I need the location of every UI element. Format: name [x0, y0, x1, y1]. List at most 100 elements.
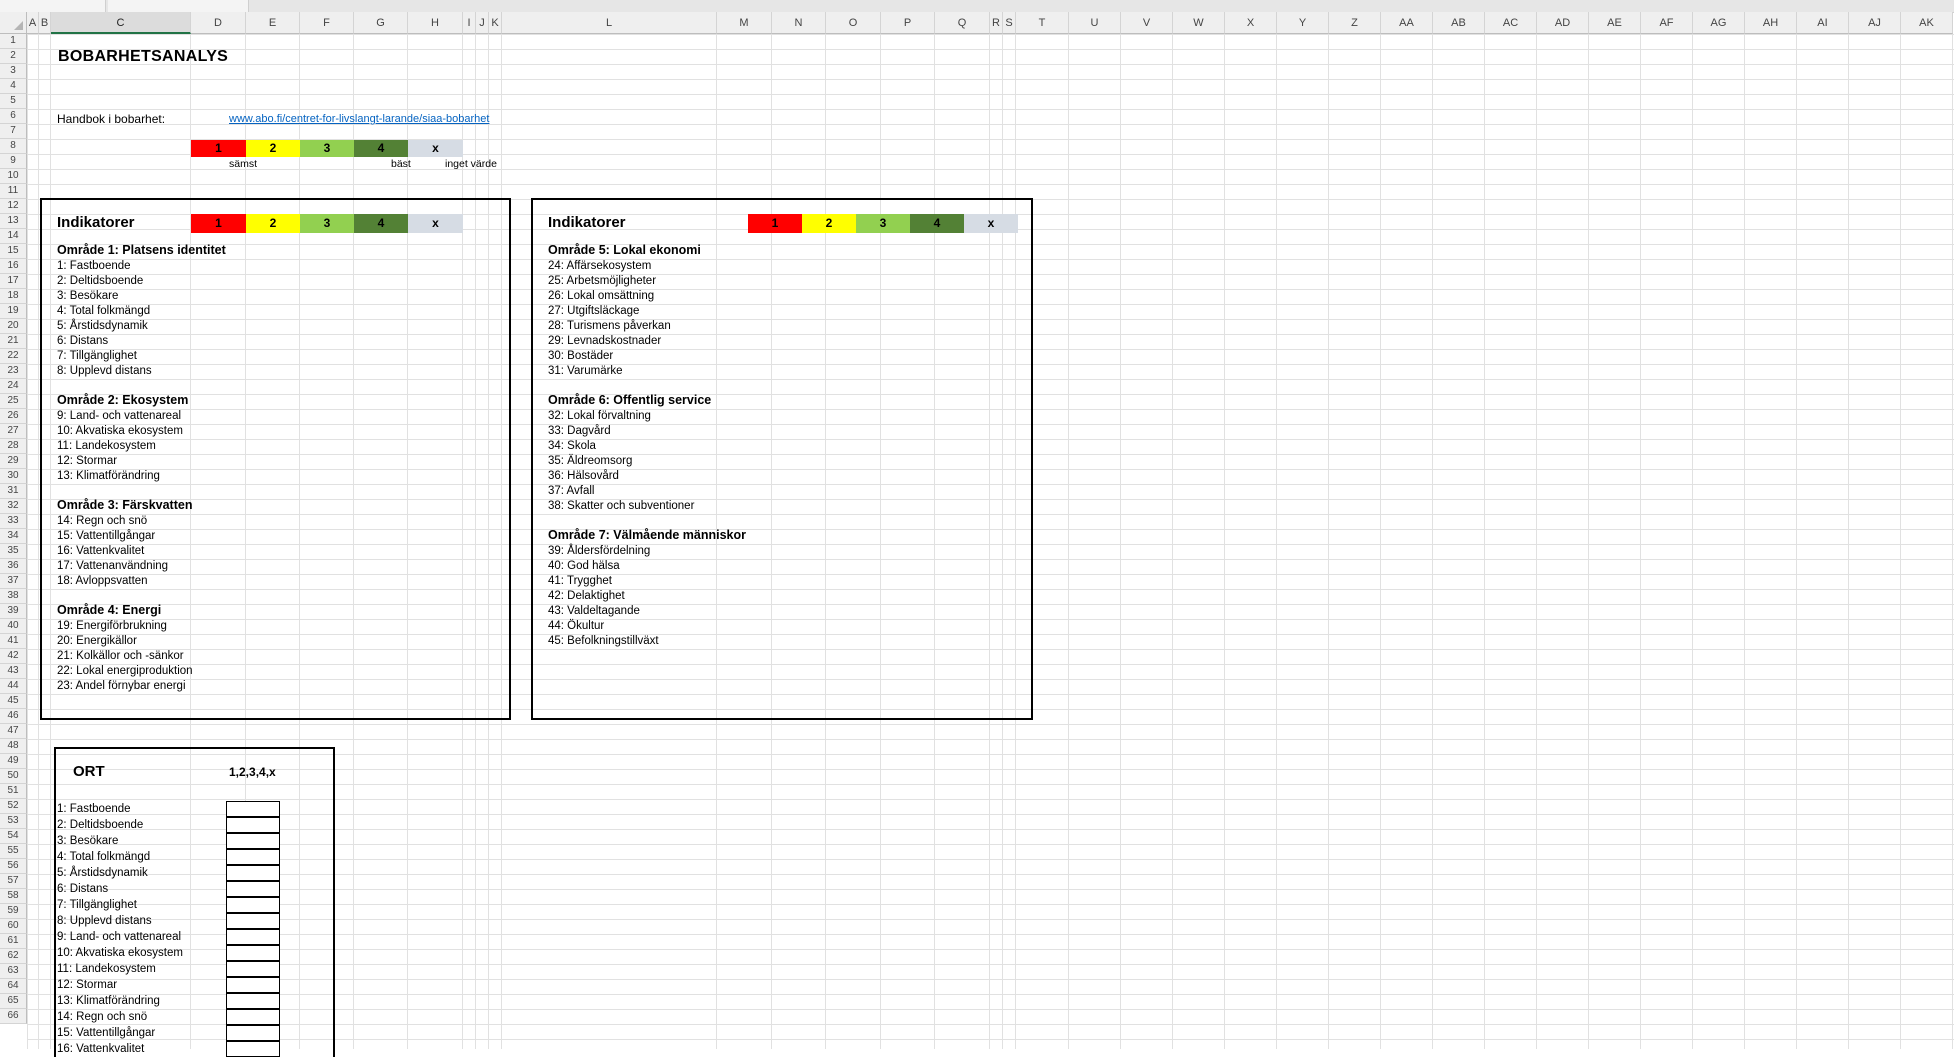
- row-header[interactable]: 4: [0, 79, 27, 94]
- column-header[interactable]: J: [476, 12, 489, 34]
- column-header[interactable]: AD: [1537, 12, 1589, 34]
- column-header[interactable]: K: [489, 12, 502, 34]
- column-header[interactable]: I: [463, 12, 476, 34]
- row-header[interactable]: 65: [0, 994, 27, 1009]
- column-header[interactable]: F: [300, 12, 354, 34]
- row-header[interactable]: 13: [0, 214, 27, 229]
- column-header[interactable]: Z: [1329, 12, 1381, 34]
- row-header[interactable]: 45: [0, 694, 27, 709]
- column-header[interactable]: AC: [1485, 12, 1537, 34]
- column-header[interactable]: Y: [1277, 12, 1329, 34]
- column-header[interactable]: V: [1121, 12, 1173, 34]
- row-header[interactable]: 36: [0, 559, 27, 574]
- row-header[interactable]: 33: [0, 514, 27, 529]
- row-header[interactable]: 64: [0, 979, 27, 994]
- row-header[interactable]: 2: [0, 49, 27, 64]
- column-header[interactable]: AF: [1641, 12, 1693, 34]
- row-header[interactable]: 56: [0, 859, 27, 874]
- row-header[interactable]: 43: [0, 664, 27, 679]
- column-header[interactable]: A: [27, 12, 39, 34]
- row-header[interactable]: 6: [0, 109, 27, 124]
- row-header[interactable]: 28: [0, 439, 27, 454]
- column-header[interactable]: AG: [1693, 12, 1745, 34]
- row-header[interactable]: 50: [0, 769, 27, 784]
- row-header[interactable]: 12: [0, 199, 27, 214]
- column-header[interactable]: AI: [1797, 12, 1849, 34]
- ort-value-input[interactable]: [226, 865, 280, 881]
- row-header[interactable]: 63: [0, 964, 27, 979]
- row-header[interactable]: 49: [0, 754, 27, 769]
- row-header[interactable]: 41: [0, 634, 27, 649]
- row-header[interactable]: 26: [0, 409, 27, 424]
- row-header[interactable]: 19: [0, 304, 27, 319]
- row-header[interactable]: 51: [0, 784, 27, 799]
- row-header[interactable]: 3: [0, 64, 27, 79]
- column-header[interactable]: C: [51, 12, 191, 34]
- row-header[interactable]: 23: [0, 364, 27, 379]
- column-header[interactable]: H: [408, 12, 463, 34]
- column-header[interactable]: P: [881, 12, 935, 34]
- row-header[interactable]: 66: [0, 1009, 27, 1024]
- column-header[interactable]: Q: [935, 12, 990, 34]
- row-header[interactable]: 42: [0, 649, 27, 664]
- ort-value-input[interactable]: [226, 1041, 280, 1057]
- row-header[interactable]: 61: [0, 934, 27, 949]
- row-header[interactable]: 53: [0, 814, 27, 829]
- ort-value-input[interactable]: [226, 881, 280, 897]
- ort-value-input[interactable]: [226, 913, 280, 929]
- row-header[interactable]: 39: [0, 604, 27, 619]
- row-header[interactable]: 40: [0, 619, 27, 634]
- column-header[interactable]: S: [1003, 12, 1016, 34]
- column-header[interactable]: B: [39, 12, 51, 34]
- column-header[interactable]: AJ: [1849, 12, 1901, 34]
- ort-value-input[interactable]: [226, 849, 280, 865]
- row-header[interactable]: 16: [0, 259, 27, 274]
- row-header[interactable]: 62: [0, 949, 27, 964]
- row-header[interactable]: 24: [0, 379, 27, 394]
- ort-value-input[interactable]: [226, 801, 280, 817]
- row-header[interactable]: 35: [0, 544, 27, 559]
- column-header[interactable]: AA: [1381, 12, 1433, 34]
- ort-value-input[interactable]: [226, 929, 280, 945]
- row-header[interactable]: 37: [0, 574, 27, 589]
- column-header[interactable]: AK: [1901, 12, 1953, 34]
- row-header[interactable]: 17: [0, 274, 27, 289]
- ort-value-input[interactable]: [226, 897, 280, 913]
- row-header[interactable]: 11: [0, 184, 27, 199]
- row-header[interactable]: 31: [0, 484, 27, 499]
- row-header[interactable]: 38: [0, 589, 27, 604]
- sheet-tab[interactable]: [0, 0, 106, 12]
- row-header[interactable]: 10: [0, 169, 27, 184]
- row-header[interactable]: 30: [0, 469, 27, 484]
- row-header[interactable]: 48: [0, 739, 27, 754]
- row-header[interactable]: 8: [0, 139, 27, 154]
- handbook-link[interactable]: www.abo.fi/centret-for-livslangt-larande…: [229, 113, 489, 125]
- row-header[interactable]: 22: [0, 349, 27, 364]
- ort-value-input[interactable]: [226, 1025, 280, 1041]
- column-header[interactable]: AB: [1433, 12, 1485, 34]
- column-header[interactable]: R: [990, 12, 1003, 34]
- row-header[interactable]: 52: [0, 799, 27, 814]
- row-header[interactable]: 20: [0, 319, 27, 334]
- column-header[interactable]: W: [1173, 12, 1225, 34]
- ort-value-input[interactable]: [226, 817, 280, 833]
- row-header[interactable]: 44: [0, 679, 27, 694]
- ort-value-input[interactable]: [226, 1009, 280, 1025]
- row-header[interactable]: 5: [0, 94, 27, 109]
- sheet-tab[interactable]: [108, 0, 249, 12]
- ort-value-input[interactable]: [226, 961, 280, 977]
- ort-value-input[interactable]: [226, 977, 280, 993]
- row-header[interactable]: 46: [0, 709, 27, 724]
- ort-value-input[interactable]: [226, 833, 280, 849]
- row-header[interactable]: 25: [0, 394, 27, 409]
- row-header[interactable]: 21: [0, 334, 27, 349]
- row-header[interactable]: 14: [0, 229, 27, 244]
- row-header[interactable]: 15: [0, 244, 27, 259]
- column-header[interactable]: O: [826, 12, 881, 34]
- column-header[interactable]: T: [1016, 12, 1069, 34]
- ort-value-input[interactable]: [226, 993, 280, 1009]
- row-header[interactable]: 58: [0, 889, 27, 904]
- column-header[interactable]: U: [1069, 12, 1121, 34]
- row-header[interactable]: 34: [0, 529, 27, 544]
- row-header[interactable]: 1: [0, 34, 27, 49]
